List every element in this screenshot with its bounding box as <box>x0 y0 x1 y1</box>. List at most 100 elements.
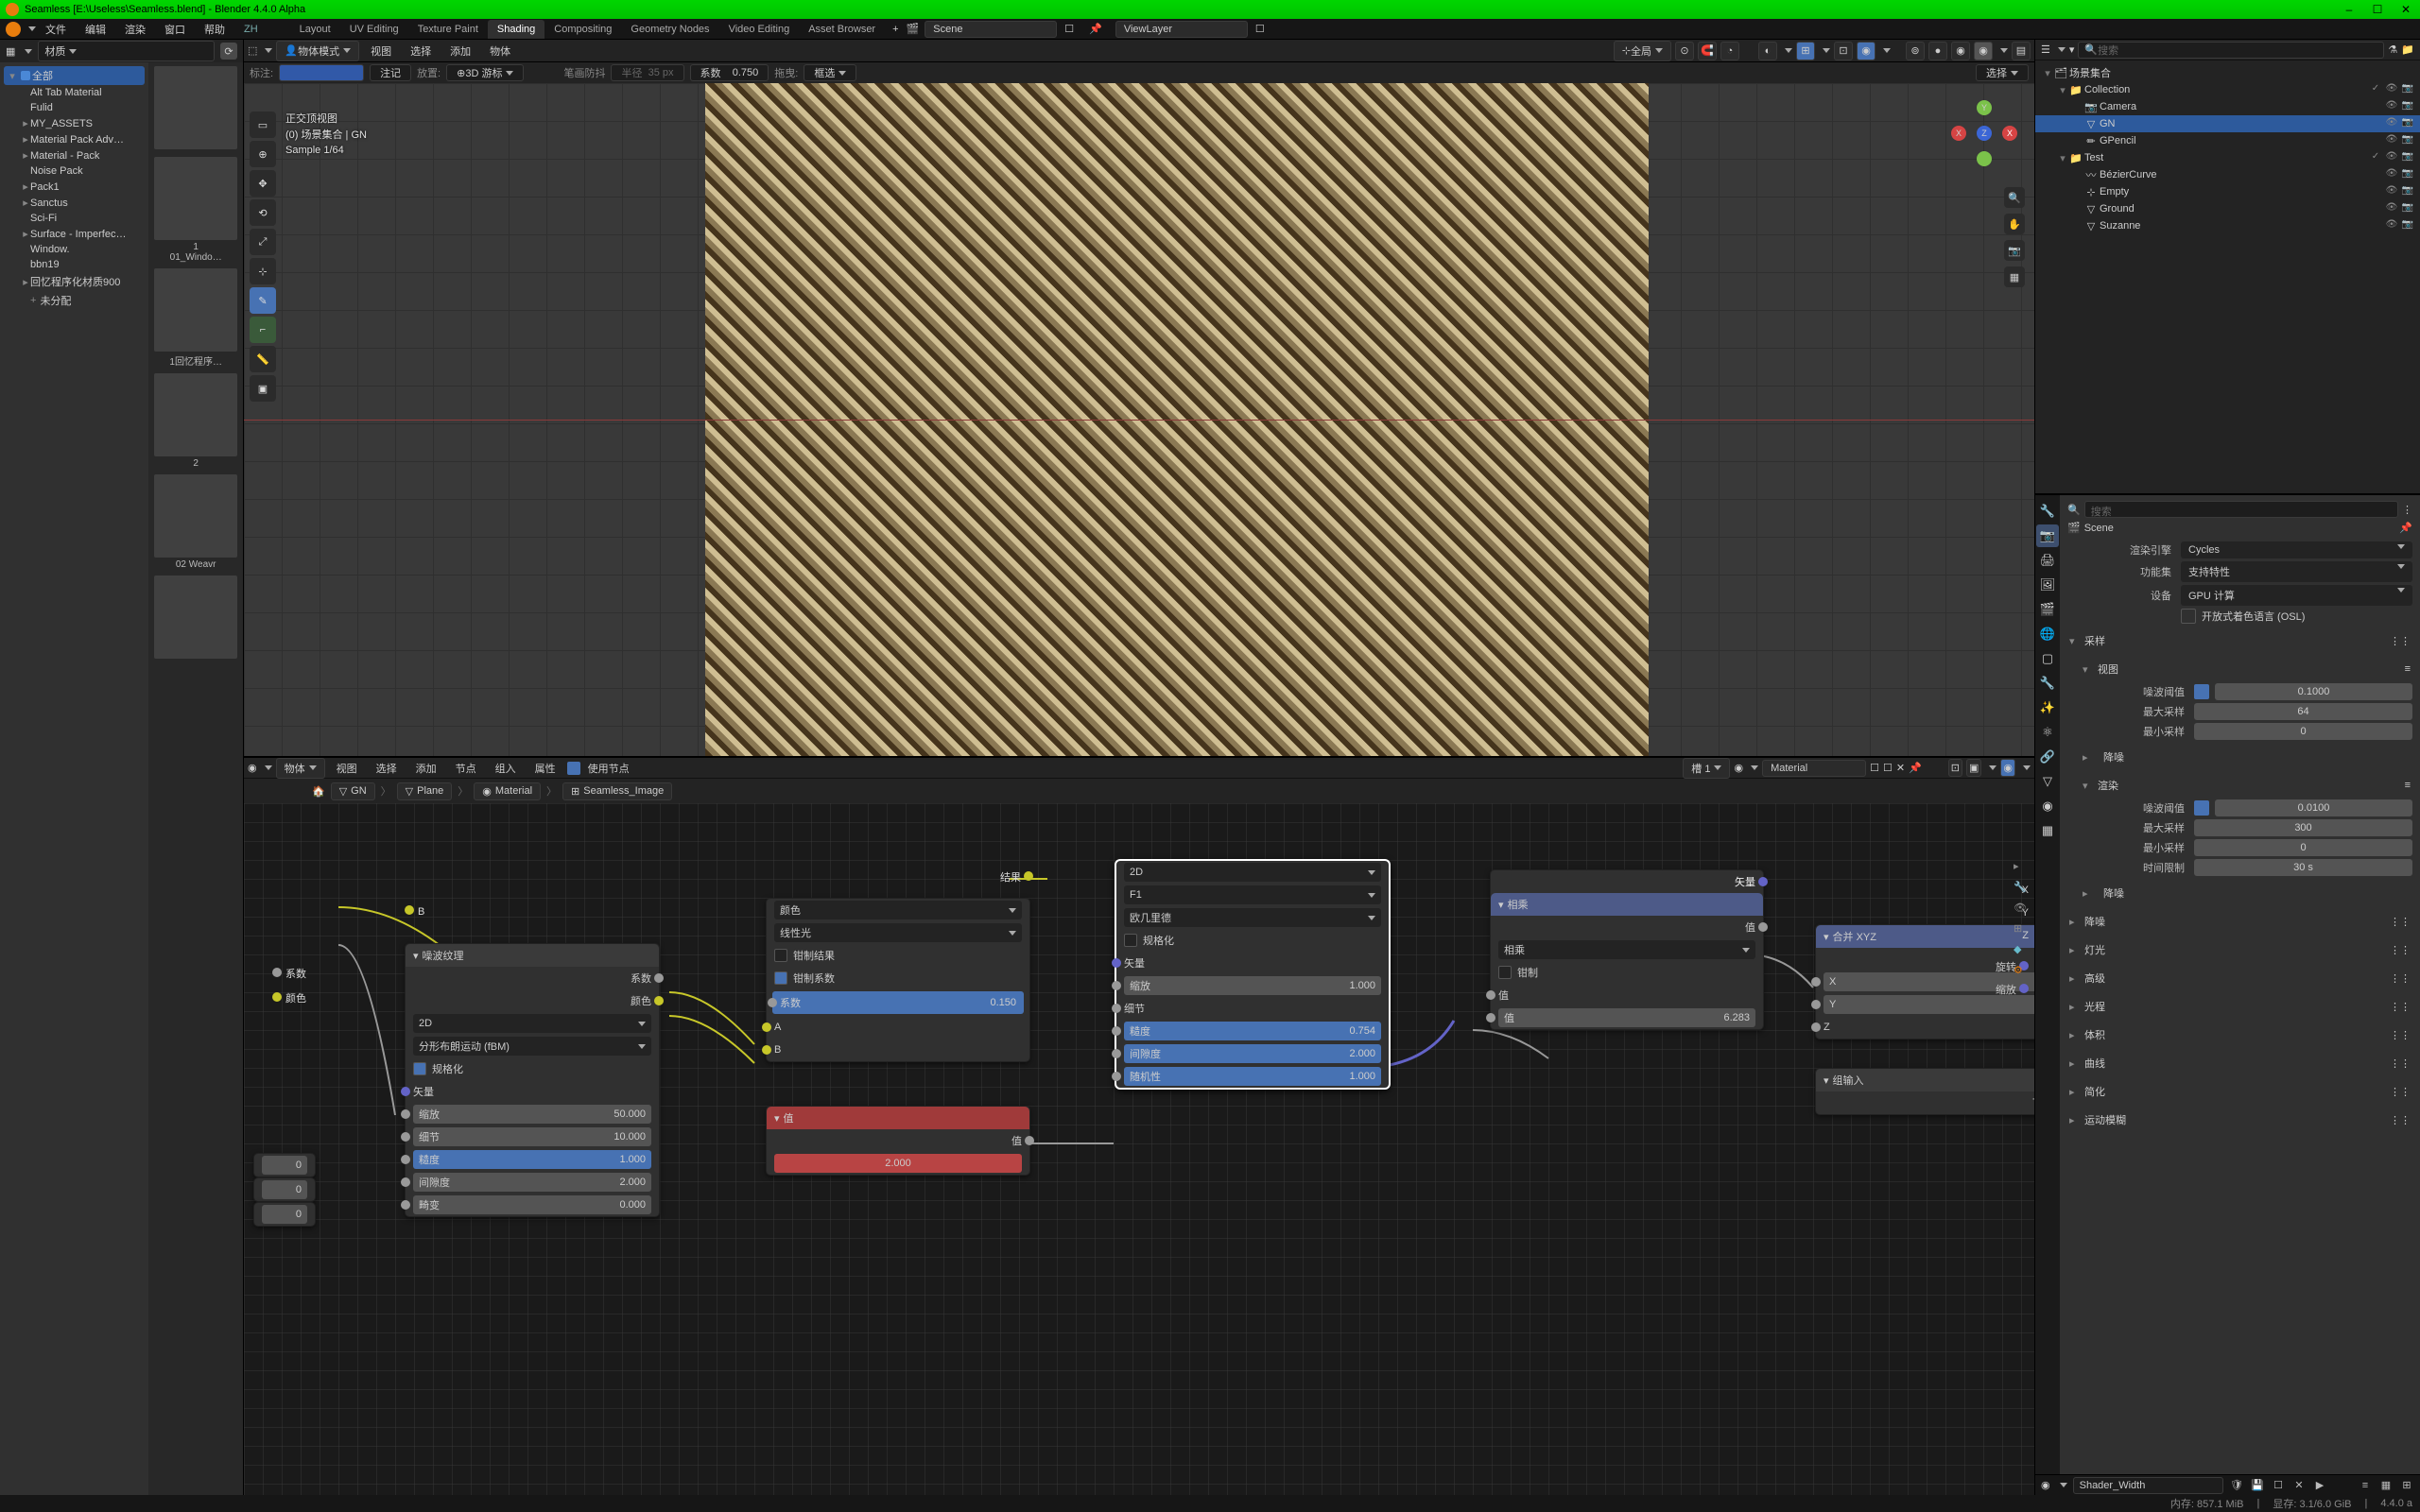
asset-thumbnail[interactable]: 02 Weavr <box>154 474 237 570</box>
outliner-item[interactable]: ▾📁Collection✓👁📷 <box>2035 81 2420 98</box>
outliner-item[interactable]: ▽GN👁📷 <box>2035 115 2420 132</box>
node-menu-node[interactable]: 节点 <box>448 759 484 778</box>
tool-scale[interactable]: ⤢ <box>250 229 276 255</box>
scene-name[interactable]: Scene <box>2084 523 2114 534</box>
shading-solid-button[interactable]: ● <box>1928 42 1947 60</box>
tab-texture[interactable]: ▦ <box>2036 819 2059 842</box>
outliner-item[interactable]: ✏GPencil👁📷 <box>2035 132 2420 149</box>
shading-material-button[interactable]: ◉ <box>1951 42 1970 60</box>
panel-viewport-denoise[interactable]: ▸降噪 <box>2081 746 2412 768</box>
camera-view-button[interactable]: 📷 <box>2004 240 2025 261</box>
expand-icon[interactable]: ⊞ <box>2399 1478 2414 1493</box>
menu-render[interactable]: 渲染 <box>115 20 155 39</box>
render-min-samples-field[interactable]: 0 <box>2194 839 2412 856</box>
panel-header[interactable]: ▸降噪⋮⋮ <box>2067 910 2412 933</box>
panel-header[interactable]: ▸曲线⋮⋮ <box>2067 1052 2412 1074</box>
outliner-item[interactable]: ▽Ground👁📷 <box>2035 200 2420 217</box>
node-title-value[interactable]: ▾ 值 <box>767 1107 1029 1129</box>
grid-icon[interactable]: ▦ <box>2378 1478 2394 1493</box>
play-icon[interactable]: ▶ <box>2312 1478 2327 1493</box>
editor-type-icon[interactable]: ⬚ <box>248 44 257 57</box>
vmath-op-dropdown[interactable]: 相乘 <box>1498 940 1755 959</box>
menu-help[interactable]: 帮助 <box>195 20 234 39</box>
catalog-item[interactable]: Sci-Fi <box>4 211 145 226</box>
catalog-item[interactable]: ▸Material Pack Adv… <box>4 131 145 147</box>
node-voronoi[interactable]: 2D F1 欧几里德 规格化 矢量 缩放1.000 细节 糙度0.754 间隙度… <box>1115 860 1390 1089</box>
asset-thumbnail[interactable]: 1回忆程序… <box>154 268 237 368</box>
scene-new-button[interactable]: ☐ <box>1057 21 1081 37</box>
window-close-button[interactable]: ✕ <box>2397 3 2414 16</box>
sidebar-tab-options[interactable]: ⚙ <box>2014 964 2031 981</box>
catalog-item[interactable]: Fulid <box>4 100 145 115</box>
tool-annotate-sub[interactable]: ⌐ <box>250 317 276 343</box>
snap-button[interactable]: 🧲 <box>1698 42 1717 60</box>
time-limit-field[interactable]: 30 s <box>2194 859 2412 876</box>
voronoi-randomness-field[interactable]: 随机性1.000 <box>1124 1067 1381 1086</box>
filter-button[interactable]: ⚗ <box>2388 43 2397 56</box>
panel-render-denoise[interactable]: ▸降噪 <box>2081 882 2412 904</box>
sidebar-tab-node[interactable]: ⊞ <box>2014 922 2031 939</box>
xray-button[interactable]: ⊡ <box>1834 42 1853 60</box>
panel-sampling[interactable]: ▾采样⋮⋮ <box>2067 629 2412 652</box>
node-group-input[interactable]: ▾ 组输入 Tex_Scale <box>1815 1068 2034 1115</box>
asset-thumbnail[interactable]: 2 <box>154 373 237 469</box>
tab-object[interactable]: ▢ <box>2036 647 2059 670</box>
catalog-item[interactable]: ▸Sanctus <box>4 195 145 211</box>
list-icon[interactable]: ≡ <box>2358 1478 2373 1493</box>
tab-material[interactable]: ◉ <box>2036 795 2059 817</box>
unlink-material-button[interactable]: ✕ <box>1896 762 1905 774</box>
catalog-item[interactable]: Noise Pack <box>4 163 145 179</box>
catalog-item[interactable]: ▸Surface - Imperfec… <box>4 226 145 242</box>
tool-rotate[interactable]: ⟲ <box>250 199 276 226</box>
partial-field-2[interactable]: 0 <box>253 1202 316 1227</box>
tab-physics[interactable]: ⚛ <box>2036 721 2059 744</box>
panel-viewport[interactable]: ▾视图≡ <box>2081 658 2412 680</box>
voronoi-gap-field[interactable]: 间隙度2.000 <box>1124 1044 1381 1063</box>
node-menu-group[interactable]: 组入 <box>488 759 524 778</box>
annotate-color-field[interactable] <box>279 64 364 81</box>
panel-header[interactable]: ▸光程⋮⋮ <box>2067 995 2412 1018</box>
workspace-tab-compositing[interactable]: Compositing <box>544 20 621 39</box>
menu-edit[interactable]: 编辑 <box>76 20 115 39</box>
gizmo-z-axis[interactable]: Z <box>1977 126 1992 141</box>
sidebar-tab-group[interactable]: ◆ <box>2014 943 2031 960</box>
snap-button[interactable]: ⊡ <box>1948 759 1962 777</box>
save-icon[interactable]: 💾 <box>2250 1478 2265 1493</box>
tab-constraints[interactable]: 🔗 <box>2036 746 2059 768</box>
node-editor-canvas[interactable]: 系数 颜色 0 0 0 结果 B ▾ 噪波纹理 系数 颜色 2D 分形布朗运动 … <box>244 803 2034 1495</box>
gizmo-toggle-button[interactable]: ◐ <box>1758 42 1777 60</box>
orientation-selector[interactable]: ⊹ 全局 <box>1614 41 1671 61</box>
noise-gap-field[interactable]: 间隙度2.000 <box>413 1173 651 1192</box>
viewport-menu-object[interactable]: 物体 <box>482 42 518 60</box>
tool-cursor[interactable]: ⊕ <box>250 141 276 167</box>
zoom-button[interactable]: 🔍 <box>2004 187 2025 208</box>
outliner-item[interactable]: 〰BézierCurve👁📷 <box>2035 166 2420 183</box>
outliner-item[interactable]: ▽Suzanne👁📷 <box>2035 217 2420 234</box>
asset-library-dropdown[interactable]: 材质 <box>38 41 215 61</box>
noise-normalize-checkbox[interactable] <box>413 1062 426 1075</box>
outliner-item[interactable]: ▾📁Test✓👁📷 <box>2035 149 2420 166</box>
catalog-item[interactable]: +未分配 <box>4 291 145 310</box>
node-noise-texture[interactable]: ▾ 噪波纹理 系数 颜色 2D 分形布朗运动 (fBM) 规格化 矢量 缩放50… <box>405 943 660 1217</box>
overlays-toggle-button[interactable]: ⊞ <box>1796 42 1815 60</box>
box-select-dropdown[interactable]: 框选 <box>804 64 856 81</box>
new-collection-button[interactable]: 📁 <box>2401 43 2414 56</box>
voronoi-scale-field[interactable]: 缩放1.000 <box>1124 976 1381 995</box>
use-nodes-checkbox[interactable] <box>567 762 580 775</box>
sidebar-tab-item[interactable]: ▸ <box>2014 860 2031 877</box>
tool-annotate[interactable]: ✎ <box>250 287 276 314</box>
vmath-clamp-checkbox[interactable] <box>1498 966 1512 979</box>
asset-thumbnail[interactable] <box>154 576 237 661</box>
overlay-button[interactable]: ▣ <box>1966 759 1981 777</box>
noise-detail-field[interactable]: 细节10.000 <box>413 1127 651 1146</box>
node-menu-props[interactable]: 属性 <box>527 759 563 778</box>
panel-render-samples[interactable]: ▾渲染≡ <box>2081 774 2412 797</box>
noise-scale-field[interactable]: 缩放50.000 <box>413 1105 651 1124</box>
sidebar-tab-view[interactable]: 👁 <box>2014 902 2031 919</box>
viewlayer-selector[interactable]: ViewLayer <box>1115 21 1248 38</box>
scene-pin-button[interactable]: 📌 <box>1081 21 1110 37</box>
annotate-note-field[interactable]: 注记 <box>370 64 411 81</box>
voronoi-mode-dropdown[interactable]: F1 <box>1124 885 1381 904</box>
render-max-samples-field[interactable]: 300 <box>2194 819 2412 836</box>
value-field[interactable]: 2.000 <box>774 1154 1022 1173</box>
